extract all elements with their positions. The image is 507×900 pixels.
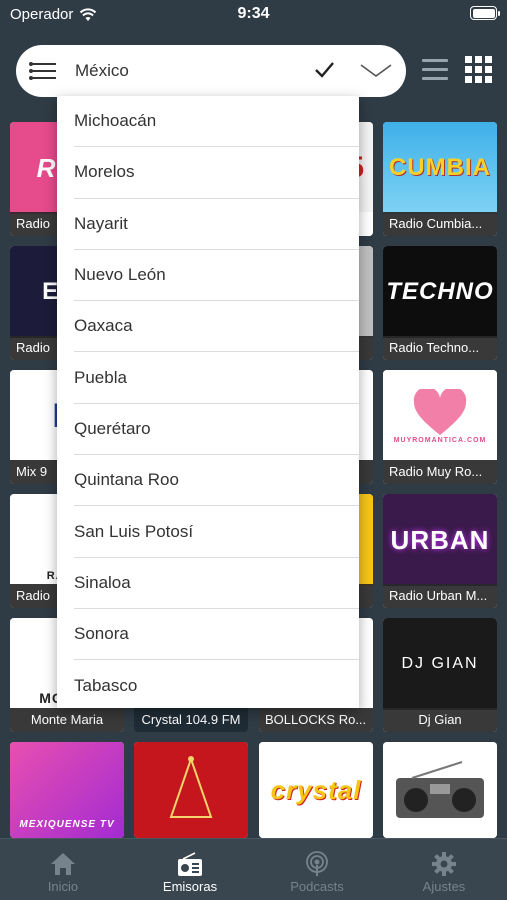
dropdown-item[interactable]: Tabasco (74, 660, 359, 708)
home-icon (51, 853, 75, 875)
station-caption: Radio Urban M... (383, 584, 497, 608)
menu-icon[interactable] (29, 60, 56, 82)
station-caption: Monte Maria (10, 708, 124, 732)
checkmark-icon (315, 62, 334, 78)
tab-inicio[interactable]: Inicio (0, 839, 126, 900)
radio-icon (178, 852, 202, 876)
station-tile[interactable]: crystal (259, 742, 373, 838)
station-artwork: crystal (259, 742, 373, 838)
tab-label: Inicio (47, 879, 79, 894)
heart-icon (413, 388, 467, 435)
dropdown-item[interactable]: Quintana Roo (74, 455, 359, 507)
station-caption: Radio Cumbia... (383, 212, 497, 236)
dropdown-item[interactable]: Oaxaca (74, 301, 359, 353)
station-caption: Radio Techno... (383, 336, 497, 360)
region-dropdown: Michoacán Morelos Nayarit Nuevo León Oax… (57, 96, 359, 708)
grid-view-icon[interactable] (465, 56, 492, 83)
dropdown-item[interactable]: Nayarit (74, 199, 359, 250)
list-view-icon[interactable] (422, 57, 448, 83)
region-selector[interactable]: México (16, 45, 406, 97)
station-caption: Crystal 104.9 FM (134, 708, 248, 732)
dropdown-item[interactable]: Nuevo León (74, 250, 359, 302)
dropdown-item[interactable]: Sinaloa (74, 558, 359, 609)
station-tile[interactable] (383, 742, 497, 838)
station-tile[interactable]: DJ GIAN Dj Gian (383, 618, 497, 732)
station-tile[interactable]: CUMBIA Radio Cumbia... (383, 122, 497, 236)
station-artwork (383, 742, 497, 838)
tab-bar: Inicio Emisoras Podcasts Ajustes (0, 838, 507, 900)
gear-icon (432, 852, 456, 876)
podcast-icon (306, 851, 328, 876)
dropdown-item[interactable]: Puebla (74, 353, 359, 404)
station-art-text: MUYROMANTICA.COM (393, 436, 487, 444)
station-tile[interactable]: TECHNO Radio Techno... (383, 246, 497, 360)
station-artwork: MUYROMANTICA.COM (383, 370, 497, 462)
tab-label: Ajustes (422, 879, 466, 894)
tab-emisoras[interactable]: Emisoras (127, 839, 253, 900)
battery-icon (470, 6, 500, 20)
tab-label: Emisoras (162, 879, 218, 894)
boombox-icon (396, 761, 484, 818)
status-bar: Operador 9:34 (0, 0, 507, 30)
station-tile[interactable]: MUYROMANTICA.COM Radio Muy Ro... (383, 370, 497, 484)
tab-label: Podcasts (290, 879, 344, 894)
dropdown-item[interactable]: San Luis Potosí (74, 506, 359, 558)
station-artwork (134, 742, 248, 838)
dropdown-item[interactable]: Sonora (74, 609, 359, 661)
tab-ajustes[interactable]: Ajustes (381, 839, 507, 900)
selected-region: México (75, 61, 129, 80)
station-caption: BOLLOCKS Ro... (259, 708, 373, 732)
christmas-tree-icon (169, 755, 213, 818)
station-tile[interactable]: MEXIQUENSE TV (10, 742, 124, 838)
station-caption: Dj Gian (383, 708, 497, 732)
chevron-down-icon[interactable] (359, 63, 393, 79)
dropdown-item[interactable]: Michoacán (74, 96, 359, 148)
clock: 9:34 (237, 5, 270, 22)
station-artwork: CUMBIA (383, 122, 497, 214)
dropdown-item[interactable]: Querétaro (74, 404, 359, 456)
dropdown-item[interactable]: Morelos (74, 147, 359, 199)
station-artwork: URBAN (383, 494, 497, 586)
station-tile[interactable] (134, 742, 248, 838)
station-tile[interactable]: URBAN Radio Urban M... (383, 494, 497, 608)
station-artwork: MEXIQUENSE TV (10, 742, 124, 838)
station-caption: Radio Muy Ro... (383, 460, 497, 484)
tab-podcasts[interactable]: Podcasts (254, 839, 380, 900)
station-artwork: TECHNO (383, 246, 497, 338)
station-artwork: DJ GIAN (383, 618, 497, 710)
